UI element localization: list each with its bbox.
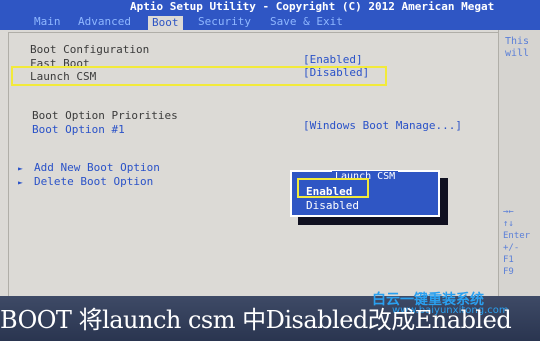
- boot-configuration-heading: Boot Configuration: [30, 43, 150, 56]
- launch-csm-highlight-box: [11, 66, 387, 86]
- key-arrows-lr: →←: [503, 207, 514, 217]
- key-arrows-ud: ↑↓: [503, 219, 514, 229]
- key-enter: Enter: [503, 231, 531, 241]
- key-plus-minus: +/-: [503, 243, 520, 253]
- tab-boot[interactable]: Boot: [148, 16, 183, 30]
- fast-boot-value[interactable]: [Enabled]: [303, 53, 363, 66]
- instruction-caption: BOOT 将launch csm 中Disabled改成Enabled: [0, 306, 512, 334]
- help-line: will: [505, 48, 530, 59]
- add-new-boot-option[interactable]: Add New Boot Option: [34, 161, 160, 174]
- title-bar: Aptio Setup Utility - Copyright (C) 2012…: [0, 0, 540, 14]
- popup-option-disabled[interactable]: Disabled: [306, 199, 359, 212]
- tab-security[interactable]: Security: [194, 15, 255, 29]
- boot-option-1-label[interactable]: Boot Option #1: [32, 123, 125, 136]
- enabled-highlight-box: [297, 178, 369, 198]
- submenu-arrow-icon: ►: [18, 164, 23, 173]
- tab-save-exit[interactable]: Save & Exit: [266, 15, 347, 29]
- tab-advanced[interactable]: Advanced: [74, 15, 135, 29]
- delete-boot-option[interactable]: Delete Boot Option: [34, 175, 153, 188]
- key-f9: F9: [503, 267, 514, 277]
- help-panel: This will →← ↑↓ Enter +/- F1 F9: [498, 30, 540, 320]
- tab-bar: Main Advanced Boot Security Save & Exit: [0, 14, 540, 30]
- help-text: This will: [505, 36, 529, 60]
- tab-main[interactable]: Main: [30, 15, 65, 29]
- boot-option-1-value[interactable]: [Windows Boot Manage...]: [303, 119, 462, 132]
- help-line: This: [505, 36, 530, 47]
- key-f1: F1: [503, 255, 514, 265]
- boot-priorities-heading: Boot Option Priorities: [32, 109, 178, 122]
- bios-screen: Aptio Setup Utility - Copyright (C) 2012…: [0, 0, 540, 341]
- title-text: Aptio Setup Utility - Copyright (C) 2012…: [130, 0, 495, 13]
- key-legend: →← ↑↓ Enter +/- F1 F9: [503, 206, 530, 278]
- submenu-arrow-icon: ►: [18, 178, 23, 187]
